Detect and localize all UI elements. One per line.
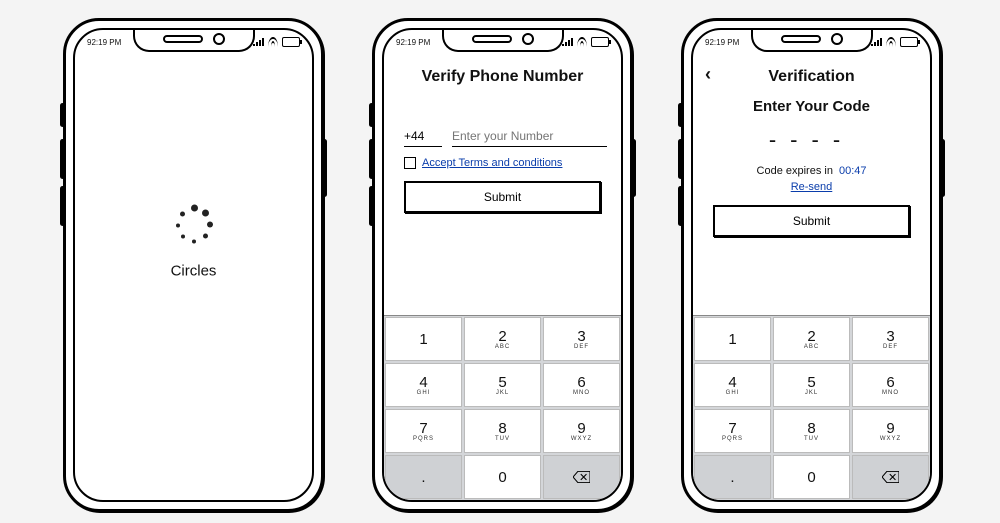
key-1[interactable]: 1 [694, 317, 771, 361]
phone-number-input[interactable] [452, 126, 607, 147]
phone-frame-code: 92:19 PM ‹ Verification Enter Your Code … [681, 18, 942, 512]
key-0[interactable]: 0 [773, 455, 850, 499]
loading-spinner-icon [172, 204, 216, 248]
status-time: 92:19 PM [87, 38, 121, 47]
key-7[interactable]: 7PQRS [694, 409, 771, 453]
backspace-icon [573, 471, 590, 483]
signal-icon [871, 38, 882, 46]
terms-link[interactable]: Accept Terms and conditions [422, 157, 562, 169]
country-code-input[interactable] [404, 126, 442, 147]
key-dot[interactable]: . [385, 455, 462, 499]
key-2[interactable]: 2ABC [773, 317, 850, 361]
submit-button[interactable]: Submit [713, 205, 910, 237]
signal-icon [562, 38, 573, 46]
wifi-icon [268, 37, 278, 47]
battery-icon [591, 37, 609, 47]
key-8[interactable]: 8TUV [464, 409, 541, 453]
resend-link[interactable]: Re-send [791, 181, 833, 193]
key-6[interactable]: 6MNO [543, 363, 620, 407]
key-6[interactable]: 6MNO [852, 363, 929, 407]
key-dot[interactable]: . [694, 455, 771, 499]
key-4[interactable]: 4GHI [694, 363, 771, 407]
phone-frame-verify: 92:19 PM Verify Phone Number Accep [372, 18, 633, 512]
signal-icon [253, 38, 264, 46]
key-2[interactable]: 2ABC [464, 317, 541, 361]
key-3[interactable]: 3DEF [543, 317, 620, 361]
backspace-icon [882, 471, 899, 483]
expire-label: Code expires in00:47 [693, 165, 930, 177]
key-7[interactable]: 7PQRS [385, 409, 462, 453]
page-title: Verification [693, 68, 930, 86]
battery-icon [282, 37, 300, 47]
key-4[interactable]: 4GHI [385, 363, 462, 407]
key-9[interactable]: 9WXYZ [852, 409, 929, 453]
submit-button[interactable]: Submit [404, 181, 601, 213]
status-time: 92:19 PM [705, 38, 739, 47]
numeric-keypad: 1 2ABC 3DEF 4GHI 5JKL 6MNO 7PQRS 8TUV 9W… [693, 315, 930, 500]
code-input-dashes[interactable]: ---- [693, 127, 930, 153]
key-0[interactable]: 0 [464, 455, 541, 499]
wifi-icon [577, 37, 587, 47]
terms-checkbox[interactable] [404, 157, 416, 169]
phone-frame-splash: 92:19 PM [63, 18, 324, 512]
key-3[interactable]: 3DEF [852, 317, 929, 361]
code-subtitle: Enter Your Code [693, 98, 930, 115]
key-5[interactable]: 5JKL [464, 363, 541, 407]
key-5[interactable]: 5JKL [773, 363, 850, 407]
key-9[interactable]: 9WXYZ [543, 409, 620, 453]
page-title: Verify Phone Number [384, 68, 621, 86]
key-1[interactable]: 1 [385, 317, 462, 361]
key-backspace[interactable] [543, 455, 620, 499]
back-button[interactable]: ‹ [705, 64, 711, 85]
key-backspace[interactable] [852, 455, 929, 499]
wifi-icon [886, 37, 896, 47]
app-name-label: Circles [75, 262, 312, 279]
numeric-keypad: 1 2ABC 3DEF 4GHI 5JKL 6MNO 7PQRS 8TUV 9W… [384, 315, 621, 500]
status-time: 92:19 PM [396, 38, 430, 47]
battery-icon [900, 37, 918, 47]
key-8[interactable]: 8TUV [773, 409, 850, 453]
